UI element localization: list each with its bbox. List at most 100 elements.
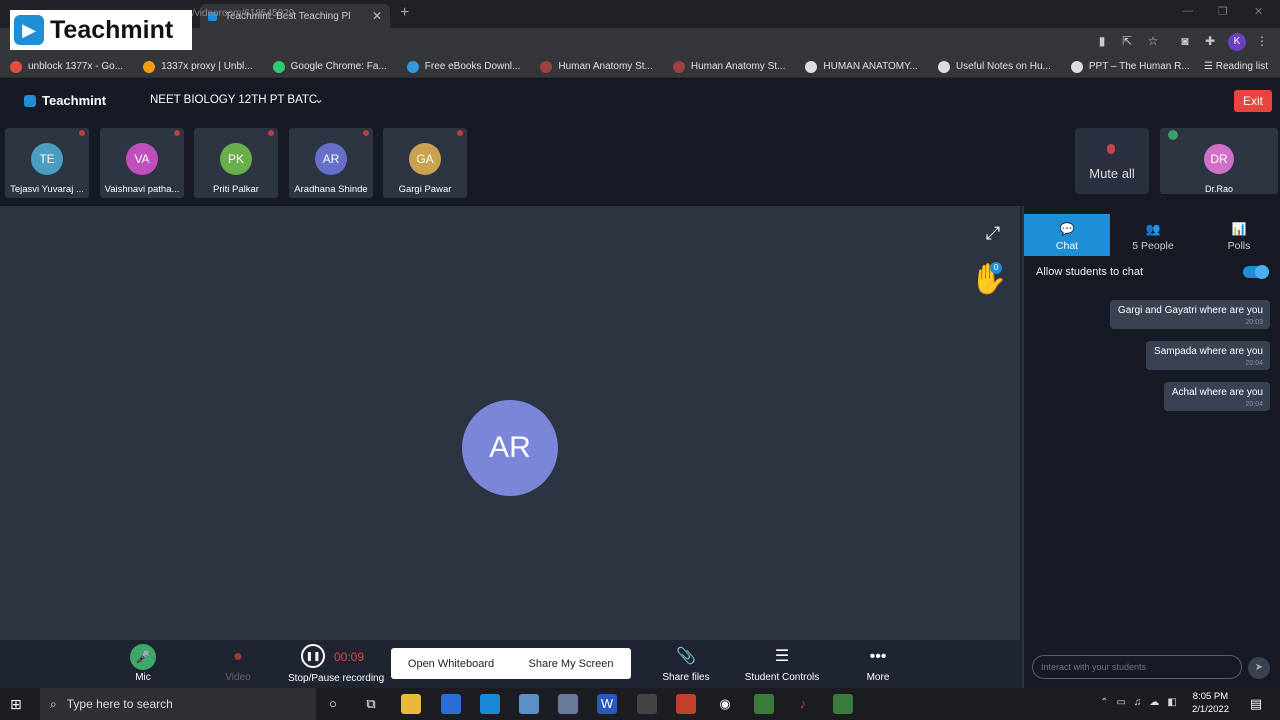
bookmark-item[interactable]: HUMAN ANATOMY... bbox=[805, 60, 918, 73]
app-icon[interactable]: ◉ bbox=[715, 694, 735, 714]
close-window-icon[interactable]: ✕ bbox=[1254, 5, 1263, 18]
send-icon[interactable]: ➤ bbox=[1248, 657, 1270, 679]
profile-avatar[interactable]: K bbox=[1228, 33, 1246, 51]
menu-kebab-icon[interactable]: ⋮ bbox=[1254, 34, 1270, 48]
app-icon[interactable] bbox=[637, 694, 657, 714]
reading-list-label: Reading list bbox=[1215, 61, 1268, 72]
tab-polls-label: Polls bbox=[1227, 240, 1251, 252]
bookmark-label: Free eBooks Downl... bbox=[424, 61, 521, 72]
reading-list-button[interactable]: ☰ Reading list bbox=[1204, 61, 1268, 72]
extension-icon[interactable]: ◙ bbox=[1177, 34, 1193, 48]
app-icon[interactable]: ♪ bbox=[793, 694, 813, 714]
open-whiteboard-button[interactable]: Open Whiteboard bbox=[391, 658, 511, 670]
mic-on-icon bbox=[1168, 130, 1178, 140]
chat-message: Achal where are you 20:04 bbox=[1163, 382, 1270, 411]
participant-tile[interactable]: VA Vaishnavi patha... bbox=[100, 128, 184, 198]
more-dots-icon: ••• bbox=[869, 648, 887, 665]
more-button[interactable]: ••• More bbox=[830, 644, 926, 683]
bookmark-favicon-icon bbox=[10, 60, 22, 73]
participant-name: Aradhana Shinde bbox=[294, 184, 368, 195]
bookmark-item[interactable]: Google Chrome: Fa... bbox=[272, 60, 387, 73]
address-bar bbox=[0, 28, 1280, 56]
participant-tile[interactable]: AR Aradhana Shinde bbox=[289, 128, 373, 198]
class-name[interactable]: NEET BIOLOGY 12TH PT BATC bbox=[150, 94, 317, 106]
app-brand-label: Teachmint bbox=[42, 93, 107, 108]
chat-message-time: 20:04 bbox=[1245, 360, 1263, 367]
participant-avatar: VA bbox=[126, 143, 158, 175]
teacher-tile[interactable]: DR Dr.Rao bbox=[1160, 128, 1278, 194]
exit-button[interactable]: Exit bbox=[1234, 90, 1272, 112]
bookmark-item[interactable]: Human Anatomy St... bbox=[672, 60, 786, 73]
mic-off-icon bbox=[363, 130, 369, 136]
tab-chat[interactable]: 💬 Chat bbox=[1024, 214, 1110, 256]
tab-polls[interactable]: 📊 Polls bbox=[1196, 214, 1280, 256]
app-icon[interactable] bbox=[558, 694, 578, 714]
bookmark-item[interactable]: Useful Notes on Hu... bbox=[937, 60, 1051, 73]
maximize-icon[interactable]: ❐ bbox=[1218, 5, 1228, 18]
camera-icon[interactable]: ▮ bbox=[1094, 34, 1110, 48]
pause-recording-icon[interactable]: ❚❚ bbox=[301, 644, 325, 668]
notifications-icon[interactable]: ▤ bbox=[1246, 694, 1266, 714]
chat-message: Sampada where are you 20:04 bbox=[1146, 341, 1270, 370]
raise-hand-icon[interactable]: ✋ 0 bbox=[970, 262, 1007, 297]
participant-tile[interactable]: TE Tejasvi Yuvaraj ... bbox=[5, 128, 89, 198]
tab-people[interactable]: 👥 5 People bbox=[1110, 214, 1196, 256]
participant-tile[interactable]: GA Gargi Pawar bbox=[383, 128, 467, 198]
word-icon[interactable]: W bbox=[597, 694, 617, 714]
chrome-icon[interactable] bbox=[754, 694, 774, 714]
tab-people-label: 5 People bbox=[1132, 240, 1174, 252]
cortana-icon[interactable]: ○ bbox=[323, 694, 343, 714]
taskbar-clock[interactable]: 8:05 PM 2/1/2022 bbox=[1192, 690, 1229, 716]
mic-label: Mic bbox=[135, 672, 151, 683]
puzzle-icon[interactable]: ✚ bbox=[1202, 34, 1218, 48]
chat-input[interactable]: Interact with your students bbox=[1032, 655, 1242, 679]
allow-chat-toggle[interactable] bbox=[1243, 265, 1269, 279]
task-view-icon[interactable]: ⧉ bbox=[361, 694, 381, 714]
bookmark-item[interactable]: Free eBooks Downl... bbox=[406, 60, 521, 73]
store-icon[interactable] bbox=[441, 694, 461, 714]
share-files-button[interactable]: 📎 Share files bbox=[638, 644, 734, 683]
mic-off-icon bbox=[174, 130, 180, 136]
new-tab-button[interactable]: + bbox=[400, 4, 409, 22]
video-button[interactable]: ● Video bbox=[190, 644, 286, 683]
bookmark-label: HUMAN ANATOMY... bbox=[823, 61, 918, 72]
bookmark-item[interactable]: 1337x proxy | Unbl... bbox=[143, 60, 253, 73]
sliders-icon: ☰ bbox=[774, 648, 790, 665]
system-tray[interactable]: ⌃▭♫☁◧ bbox=[1100, 697, 1185, 708]
chat-message-text: Achal where are you bbox=[1171, 387, 1263, 398]
tab-close-icon[interactable]: ✕ bbox=[372, 9, 382, 23]
app-icon[interactable] bbox=[519, 694, 539, 714]
bookmark-item[interactable]: PPT – The Human R... bbox=[1070, 60, 1190, 73]
expand-icon[interactable]: ⤢ bbox=[980, 220, 1006, 246]
video-label: Video bbox=[225, 672, 251, 683]
url-text[interactable]: /videoroom/618545029 bbox=[192, 8, 294, 19]
participant-tile[interactable]: PK Priti Palkar bbox=[194, 128, 278, 198]
share-icon[interactable]: ⇱ bbox=[1119, 34, 1135, 48]
powerpoint-icon[interactable] bbox=[676, 694, 696, 714]
share-screen-button[interactable]: Share My Screen bbox=[511, 658, 631, 670]
student-controls-button[interactable]: ☰ Student Controls bbox=[734, 644, 830, 683]
share-files-label: Share files bbox=[662, 672, 710, 683]
clock-date: 2/1/2022 bbox=[1192, 704, 1229, 715]
chevron-down-icon[interactable]: ⌄ bbox=[314, 92, 324, 106]
taskbar-search[interactable]: ⌕ Type here to search bbox=[40, 688, 316, 720]
minimize-icon[interactable]: — bbox=[1182, 5, 1193, 17]
bookmark-favicon-icon bbox=[143, 60, 156, 73]
recording-timer: 00:09 bbox=[334, 650, 365, 664]
mic-button[interactable]: 🎤 Mic bbox=[95, 644, 191, 683]
chat-message-time: 20:03 bbox=[1245, 319, 1263, 326]
main-avatar: AR bbox=[462, 400, 558, 496]
windows-start-icon[interactable]: ⊞ bbox=[10, 696, 22, 713]
participant-name: Gargi Pawar bbox=[398, 184, 452, 195]
bookmark-item[interactable]: Human Anatomy St... bbox=[540, 60, 653, 73]
chrome-profile-icon[interactable] bbox=[833, 694, 853, 714]
mute-all-button[interactable]: Mute all bbox=[1075, 128, 1149, 194]
mute-all-label: Mute all bbox=[1089, 166, 1135, 181]
bookmark-star-icon[interactable]: ☆ bbox=[1145, 34, 1161, 48]
mail-icon[interactable] bbox=[480, 694, 500, 714]
participant-avatar: TE bbox=[31, 143, 63, 175]
bookmark-label: Human Anatomy St... bbox=[690, 61, 786, 72]
bookmark-item[interactable]: unblock 1377x - Go... bbox=[10, 60, 123, 73]
file-explorer-icon[interactable] bbox=[401, 694, 421, 714]
chat-bubble-icon: 💬 bbox=[1059, 222, 1075, 236]
